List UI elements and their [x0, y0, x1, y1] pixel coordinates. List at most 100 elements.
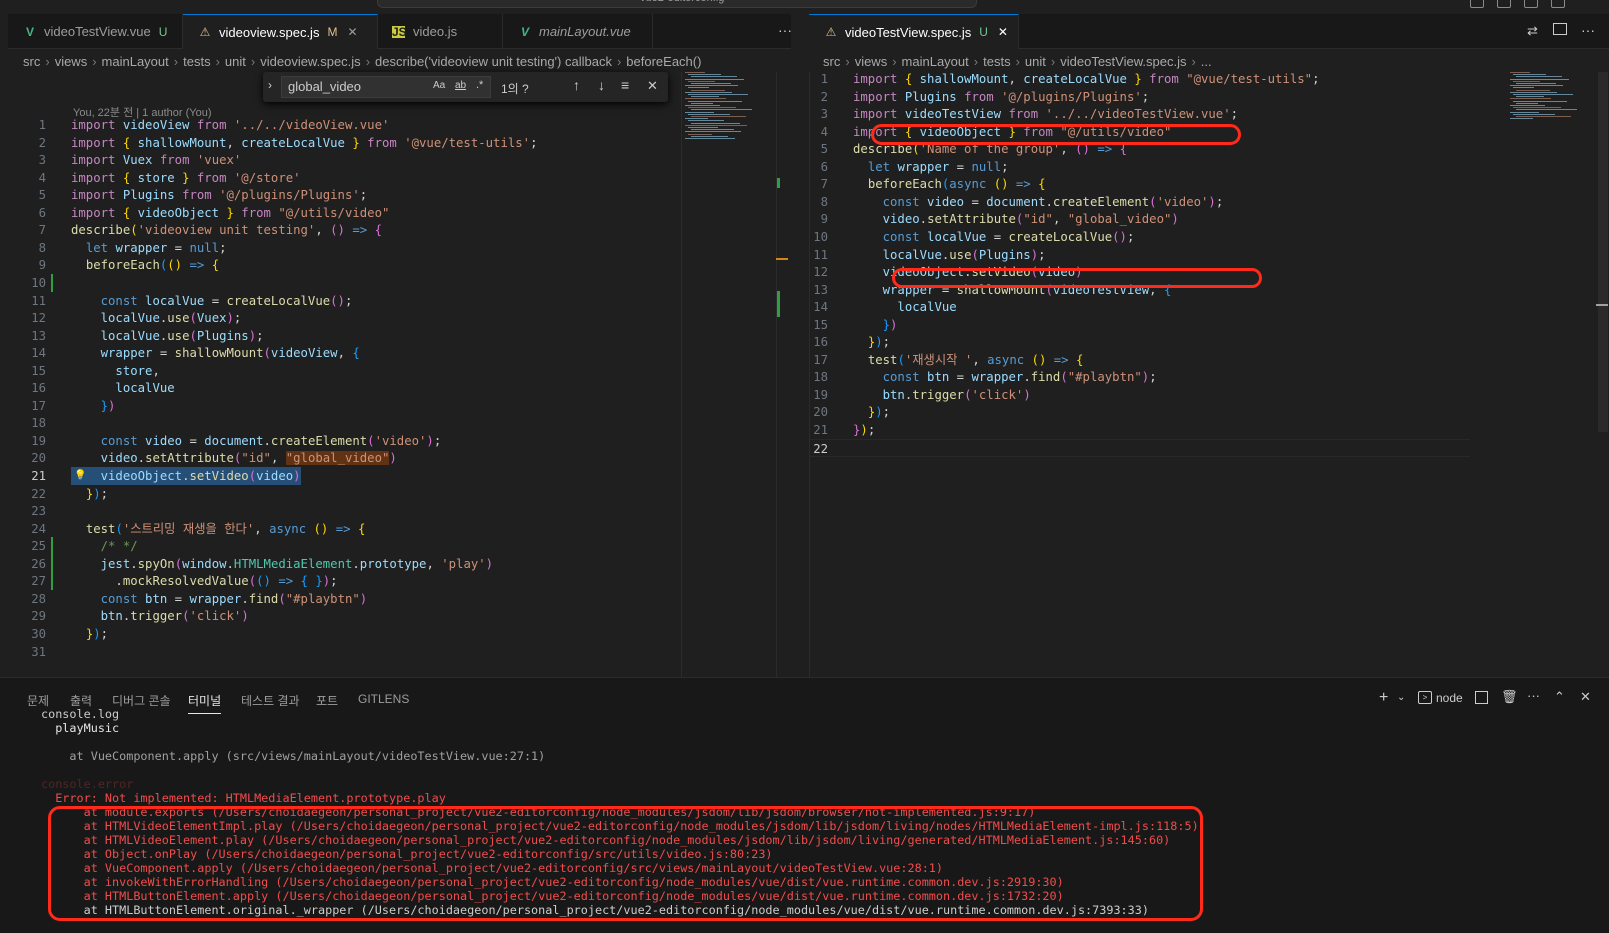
- layout-icon[interactable]: [1470, 0, 1484, 8]
- code-line[interactable]: 24 test('스트리밍 재생을 한다', async () => {: [8, 520, 678, 538]
- breadcrumb-item[interactable]: views: [855, 54, 888, 69]
- split-editor-icon[interactable]: [1553, 23, 1567, 35]
- more-actions-icon[interactable]: ···: [1527, 688, 1540, 703]
- trash-icon[interactable]: 🗑: [1501, 689, 1518, 705]
- split-terminal-icon[interactable]: [1475, 691, 1488, 704]
- code-line[interactable]: 3 import videoTestView from '../../videoT…: [810, 105, 1470, 123]
- code-line[interactable]: 22: [810, 438, 1470, 457]
- breadcrumb-item[interactable]: src: [823, 54, 840, 69]
- code-line[interactable]: 8 let wrapper = null;: [8, 239, 678, 257]
- code-line[interactable]: 18 const btn = wrapper.find("#playbtn");: [810, 368, 1470, 386]
- breadcrumb-item[interactable]: describe('videoview unit testing') callb…: [375, 54, 612, 69]
- code-line[interactable]: 20 video.setAttribute("id", "global_vide…: [8, 449, 678, 467]
- code-line[interactable]: 1 import videoView from '../../videoView.…: [8, 116, 678, 134]
- code-line[interactable]: 16 });: [810, 333, 1470, 351]
- minimap[interactable]: [1510, 72, 1590, 122]
- right-editor[interactable]: 1 import { shallowMount, createLocalVue }…: [809, 72, 1609, 677]
- breadcrumb-item[interactable]: mainLayout: [102, 54, 169, 69]
- breadcrumb-item[interactable]: videoTestView.spec.js: [1060, 54, 1186, 69]
- match-word-icon[interactable]: ab: [455, 80, 466, 91]
- code-line[interactable]: 3 import Vuex from 'vuex': [8, 151, 678, 169]
- close-find-icon[interactable]: ✕: [647, 78, 658, 94]
- close-icon[interactable]: ✕: [998, 25, 1008, 39]
- tab-videoTestView-vue[interactable]: V videoTestView.vue U: [8, 14, 183, 49]
- code-line[interactable]: 19 const video = document.createElement(…: [8, 432, 678, 450]
- breadcrumb-item[interactable]: unit: [1025, 54, 1046, 69]
- code-line[interactable]: 10 const localVue = createLocalVue();: [810, 228, 1470, 246]
- left-editor[interactable]: You, 22분 전 | 1 author (You) 1 import vide…: [8, 72, 791, 677]
- code-line[interactable]: 21 videoObject.setVideo(video) 💡: [8, 467, 678, 485]
- code-line[interactable]: 15 store,: [8, 362, 678, 380]
- code-line[interactable]: 13 localVue.use(Plugins);: [8, 327, 678, 345]
- tab-videoview-spec[interactable]: ⚠ videoview.spec.js M ✕: [183, 14, 378, 49]
- open-changes-icon[interactable]: ⇄: [1527, 23, 1538, 39]
- code-line[interactable]: 14 localVue: [810, 298, 1470, 316]
- chevron-up-icon[interactable]: ⌃: [1554, 689, 1565, 705]
- code-line[interactable]: 7 describe('videoview unit testing', () =…: [8, 221, 678, 239]
- breadcrumb-item[interactable]: tests: [183, 54, 210, 69]
- breadcrumb-item[interactable]: tests: [983, 54, 1010, 69]
- minimap[interactable]: [685, 72, 775, 152]
- toggle-replace-icon[interactable]: ›: [268, 78, 272, 92]
- breadcrumb-item[interactable]: beforeEach(): [626, 54, 701, 69]
- code-line[interactable]: 6 let wrapper = null;: [810, 158, 1470, 176]
- panel-tab[interactable]: 테스트 결과: [241, 692, 300, 709]
- customize-layout-icon[interactable]: [1551, 0, 1565, 8]
- breadcrumb-item[interactable]: videoview.spec.js: [260, 54, 360, 69]
- code-line[interactable]: 1 import { shallowMount, createLocalVue }…: [810, 72, 1470, 88]
- code-line[interactable]: 17 test('재생시작 ', async () => {: [810, 351, 1470, 369]
- code-line[interactable]: 9 beforeEach(() => {: [8, 256, 678, 274]
- breadcrumb-item[interactable]: src: [23, 54, 40, 69]
- code-line[interactable]: 28 const btn = wrapper.find("#playbtn"): [8, 590, 678, 608]
- close-panel-icon[interactable]: ✕: [1580, 689, 1591, 705]
- code-line[interactable]: 26 jest.spyOn(window.HTMLMediaElement.pr…: [8, 554, 678, 573]
- tab-mainLayout-vue[interactable]: V mainLayout.vue: [503, 14, 653, 49]
- next-match-icon[interactable]: ↓: [598, 77, 605, 93]
- match-case-icon[interactable]: Aa: [433, 80, 445, 91]
- code-line[interactable]: 19 btn.trigger('click'): [810, 386, 1470, 404]
- regex-icon[interactable]: .*: [476, 79, 483, 91]
- panel-tab[interactable]: GITLENS: [358, 692, 409, 706]
- more-actions-icon[interactable]: ···: [1581, 22, 1595, 38]
- lightbulb-icon[interactable]: 💡: [74, 467, 86, 485]
- vertical-scrollbar[interactable]: [1596, 72, 1608, 677]
- previous-match-icon[interactable]: ↑: [573, 77, 580, 93]
- code-line[interactable]: 9 video.setAttribute("id", "global_video…: [810, 210, 1470, 228]
- code-line[interactable]: 20 });: [810, 403, 1470, 421]
- code-line[interactable]: 27 .mockResolvedValue(() => { });: [8, 572, 678, 591]
- code-line[interactable]: 8 const video = document.createElement('…: [810, 193, 1470, 211]
- code-line[interactable]: 18: [8, 414, 678, 432]
- chevron-down-icon[interactable]: ⌄: [1397, 692, 1405, 703]
- close-icon[interactable]: ✕: [347, 25, 357, 39]
- code-line[interactable]: 4 import { store } from '@/store': [8, 169, 678, 187]
- code-line[interactable]: 2 import Plugins from '@/plugins/Plugins'…: [810, 88, 1470, 106]
- code-line[interactable]: 6 import { videoObject } from "@/utils/vi…: [8, 204, 678, 222]
- code-line[interactable]: 2 import { shallowMount, createLocalVue }…: [8, 134, 678, 152]
- code-line[interactable]: 7 beforeEach(async () => {: [810, 175, 1470, 193]
- panel-tab[interactable]: 터미널: [188, 692, 222, 714]
- panel-tab[interactable]: 디버그 콘솔: [112, 692, 171, 709]
- tab-videoTestView-spec[interactable]: ⚠ videoTestView.spec.js U ✕: [809, 14, 1019, 49]
- more-actions-icon[interactable]: ···: [778, 22, 792, 38]
- code-line[interactable]: 29 btn.trigger('click'): [8, 607, 678, 625]
- breadcrumb-item[interactable]: unit: [225, 54, 246, 69]
- tab-video-js[interactable]: JS video.js: [378, 14, 503, 49]
- code-line[interactable]: 10: [8, 273, 678, 292]
- code-line[interactable]: 16 localVue: [8, 379, 678, 397]
- code-line[interactable]: 25 /* */: [8, 537, 678, 556]
- terminal-shell-label[interactable]: node: [1436, 691, 1463, 705]
- new-terminal-icon[interactable]: +: [1379, 689, 1388, 707]
- code-line[interactable]: 11 localVue.use(Plugins);: [810, 246, 1470, 264]
- code-line[interactable]: 30 });: [8, 625, 678, 643]
- breadcrumb-item[interactable]: mainLayout: [902, 54, 969, 69]
- find-in-selection-icon[interactable]: ≡: [621, 77, 629, 93]
- code-line[interactable]: 21});: [810, 421, 1470, 439]
- breadcrumb-item[interactable]: views: [55, 54, 88, 69]
- code-line[interactable]: 12 localVue.use(Vuex);: [8, 309, 678, 327]
- vertical-scrollbar[interactable]: [776, 72, 788, 677]
- breadcrumb-item[interactable]: ...: [1201, 54, 1212, 69]
- code-line[interactable]: 15 }): [810, 316, 1470, 334]
- layout-sidebar-icon[interactable]: [1524, 0, 1538, 8]
- code-line[interactable]: 31: [8, 643, 678, 661]
- code-line[interactable]: 5 import Plugins from '@/plugins/Plugins'…: [8, 186, 678, 204]
